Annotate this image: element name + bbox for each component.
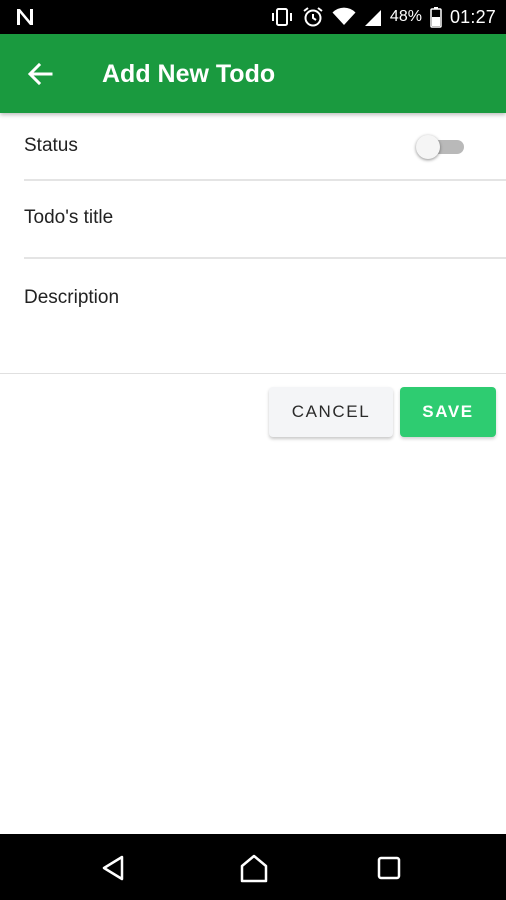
status-toggle[interactable] (416, 135, 468, 159)
status-row: Status (24, 113, 506, 181)
nav-back-button[interactable] (95, 850, 131, 886)
back-button[interactable] (22, 56, 58, 92)
notification-n-icon (14, 7, 36, 27)
app-bar: Add New Todo (0, 34, 506, 113)
description-placeholder: Description (24, 287, 120, 308)
nav-home-button[interactable] (236, 850, 272, 886)
title-field[interactable]: Todo's title (24, 181, 506, 259)
page-title: Add New Todo (102, 60, 276, 88)
title-placeholder: Todo's title (24, 207, 114, 228)
wifi-icon (332, 7, 356, 27)
clock-time: 01:27 (449, 6, 496, 27)
nav-recents-button[interactable] (371, 850, 407, 886)
recents-icon (377, 856, 401, 880)
status-label: Status (24, 135, 78, 156)
navigation-bar (0, 834, 506, 900)
toggle-thumb (416, 135, 440, 159)
back-triangle-icon (102, 855, 124, 881)
save-button[interactable]: SAVE (400, 387, 496, 437)
description-field[interactable]: Description (0, 259, 506, 374)
battery-icon (430, 6, 442, 28)
alarm-icon (302, 6, 324, 28)
home-icon (240, 854, 268, 883)
signal-icon (364, 7, 382, 27)
vibrate-icon (270, 7, 294, 27)
cancel-button[interactable]: CANCEL (269, 387, 393, 437)
status-icons: 48% 01:27 (270, 0, 496, 34)
arrow-left-icon (27, 62, 53, 86)
status-bar: 48% 01:27 (0, 0, 506, 34)
battery-percent: 48% (389, 8, 422, 25)
